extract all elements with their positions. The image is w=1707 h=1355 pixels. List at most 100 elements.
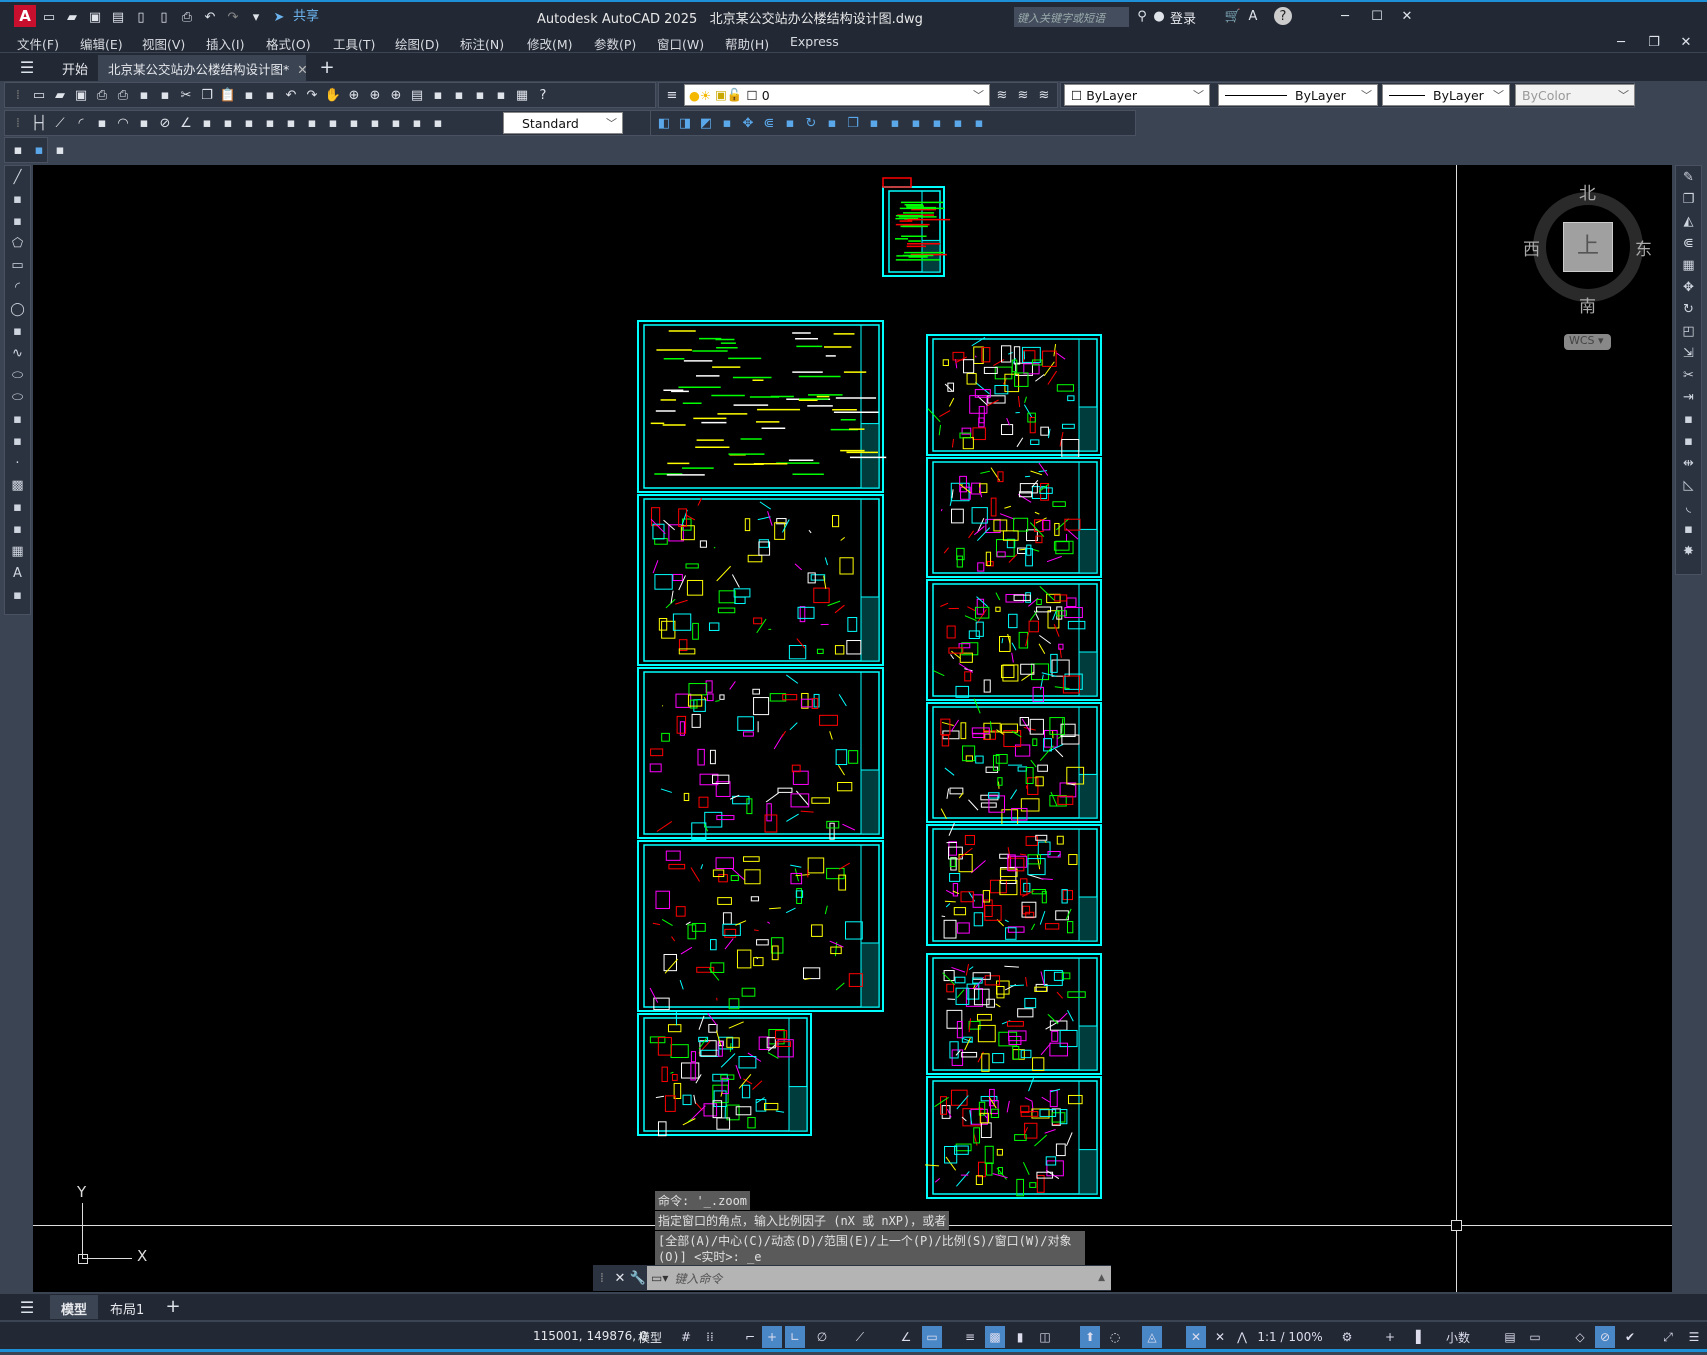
units-icon[interactable]: ▐: [1406, 1326, 1426, 1348]
auto-scale-icon[interactable]: ✕: [1210, 1326, 1230, 1348]
open-icon[interactable]: ▰: [63, 8, 81, 26]
table-icon[interactable]: ▦: [5, 540, 30, 562]
clean-icon[interactable]: ▪: [907, 114, 925, 132]
pan-icon[interactable]: ✋: [324, 86, 342, 104]
taper-faces-icon[interactable]: ▪: [823, 114, 841, 132]
zoom-previous-icon[interactable]: ⊕: [387, 86, 405, 104]
user-icon[interactable]: ●: [1150, 7, 1168, 25]
print-icon[interactable]: ⎙: [93, 86, 111, 104]
sheet-set-icon[interactable]: ▪: [471, 86, 489, 104]
shell-icon[interactable]: ▪: [949, 114, 967, 132]
insert-block-icon[interactable]: ▪: [5, 408, 30, 430]
subtract-icon[interactable]: ◨: [676, 114, 694, 132]
object-snap-tracking-icon[interactable]: ∠: [896, 1326, 916, 1348]
lineweight-dropdown[interactable]: ByLayer ﹀: [1382, 84, 1510, 106]
chamfer-icon[interactable]: ◺: [1676, 474, 1701, 496]
layer-previous-icon[interactable]: ≋: [1014, 86, 1032, 104]
menu-10[interactable]: 窗口(W): [657, 34, 704, 53]
ellipse-icon[interactable]: ⬭: [5, 364, 30, 386]
baseline-icon[interactable]: ▪: [219, 114, 237, 132]
minimize-icon[interactable]: ─: [1336, 7, 1354, 25]
menu-9[interactable]: 参数(P): [594, 34, 636, 53]
snap-icon[interactable]: ⁞⁞: [700, 1326, 720, 1348]
delete-faces-icon[interactable]: ▪: [781, 114, 799, 132]
circle-icon[interactable]: ◯: [5, 298, 30, 320]
match-properties-icon[interactable]: ▪: [240, 86, 258, 104]
tolerance-icon[interactable]: ▪: [303, 114, 321, 132]
spline-icon[interactable]: ∿: [5, 342, 30, 364]
add-selected-icon[interactable]: ▪: [5, 584, 30, 606]
dim-edit-icon[interactable]: ▪: [387, 114, 405, 132]
tool-palette-icon[interactable]: ▪: [450, 86, 468, 104]
center-mark-icon[interactable]: ▪: [324, 114, 342, 132]
autodesk-app-icon[interactable]: A: [1244, 7, 1262, 25]
doc-restore-icon[interactable]: ❐: [1645, 33, 1663, 51]
explode-icon[interactable]: ✸: [1676, 540, 1701, 562]
continue-icon[interactable]: ▪: [240, 114, 258, 132]
trim-icon[interactable]: ✂: [1676, 364, 1701, 386]
menu-7[interactable]: 标注(N): [460, 34, 504, 53]
login-button[interactable]: 登录: [1170, 8, 1196, 27]
menu-12[interactable]: Express: [790, 34, 839, 49]
hardware-acceleration-icon[interactable]: ⊘: [1595, 1326, 1615, 1348]
3d-osnap-icon[interactable]: ◫: [1035, 1326, 1055, 1348]
selection-filter-icon[interactable]: ◌: [1105, 1326, 1125, 1348]
extrude-faces-icon[interactable]: ▪: [718, 114, 736, 132]
intersect-icon[interactable]: ◩: [697, 114, 715, 132]
inspect-icon[interactable]: ▪: [345, 114, 363, 132]
imprint-icon[interactable]: ▪: [886, 114, 904, 132]
block-editor-icon[interactable]: ▪: [261, 86, 279, 104]
undo-icon[interactable]: ↶: [282, 86, 300, 104]
drawing-sheet[interactable]: [637, 494, 884, 666]
move-icon[interactable]: ✥: [1676, 276, 1701, 298]
menu-0[interactable]: 文件(F): [17, 34, 59, 53]
region-icon[interactable]: ▪: [5, 518, 30, 540]
autocad-logo[interactable]: A: [14, 5, 36, 27]
doc-minimize-icon[interactable]: ─: [1612, 33, 1630, 51]
compass-south[interactable]: 南: [1579, 292, 1596, 317]
design-center-icon[interactable]: ▪: [429, 86, 447, 104]
model-space-button[interactable]: 模型: [638, 1329, 662, 1346]
maximize-icon[interactable]: ☐: [1368, 7, 1386, 25]
space-icon[interactable]: ▪: [261, 114, 279, 132]
dynamic-input-icon[interactable]: +: [762, 1326, 782, 1348]
viewcube-top-face[interactable]: 上: [1563, 222, 1613, 272]
selection-cycling-icon[interactable]: ▮: [1010, 1326, 1030, 1348]
union-icon[interactable]: ◧: [655, 114, 673, 132]
compass-north[interactable]: 北: [1579, 179, 1596, 204]
cut-icon[interactable]: ✂: [177, 86, 195, 104]
help-icon[interactable]: ?: [1274, 7, 1292, 25]
mirror-icon[interactable]: ◭: [1676, 210, 1701, 232]
menu-3[interactable]: 插入(I): [206, 34, 244, 53]
isolate-objects-icon[interactable]: ◇: [1570, 1326, 1590, 1348]
tab-layout1[interactable]: 布局1: [110, 1299, 144, 1318]
break-icon[interactable]: ▪: [282, 114, 300, 132]
calculator-icon[interactable]: ▦: [513, 86, 531, 104]
quick-properties-icon[interactable]: ▤: [1500, 1326, 1520, 1348]
jogged-icon[interactable]: ▪: [135, 114, 153, 132]
zoom-realtime-icon[interactable]: ⊕: [345, 86, 363, 104]
color-faces-icon[interactable]: ▪: [865, 114, 883, 132]
open-web-icon[interactable]: ▯: [132, 8, 150, 26]
share-icon[interactable]: ➤: [270, 8, 288, 26]
grip-icon[interactable]: ⁞: [9, 114, 27, 132]
redo-icon[interactable]: ↷: [224, 8, 242, 26]
polyline-icon[interactable]: ▪: [5, 210, 30, 232]
dimstyle-dropdown[interactable]: Standard ﹀: [503, 112, 623, 134]
array-icon[interactable]: ▦: [1676, 254, 1701, 276]
dwf-icon[interactable]: ▪: [156, 86, 174, 104]
copy-icon[interactable]: ❐: [198, 86, 216, 104]
tab-model[interactable]: 模型: [50, 1295, 98, 1319]
customize-icon[interactable]: ▾: [247, 8, 265, 26]
rotate-icon[interactable]: ↻: [1676, 298, 1701, 320]
menu-1[interactable]: 编辑(E): [80, 34, 123, 53]
rotate-faces-icon[interactable]: ↻: [802, 114, 820, 132]
workspace-icon[interactable]: ⚙: [1337, 1326, 1357, 1348]
copy-object-icon[interactable]: ❐: [1676, 188, 1701, 210]
save-icon[interactable]: ▣: [86, 8, 104, 26]
units-dropdown[interactable]: 小数: [1428, 1326, 1488, 1348]
rectangle-icon[interactable]: ▭: [5, 254, 30, 276]
fullscreen-icon[interactable]: ⤢: [1658, 1326, 1678, 1348]
close-tab-icon[interactable]: ✕: [297, 62, 307, 77]
help-icon[interactable]: ?: [534, 86, 552, 104]
